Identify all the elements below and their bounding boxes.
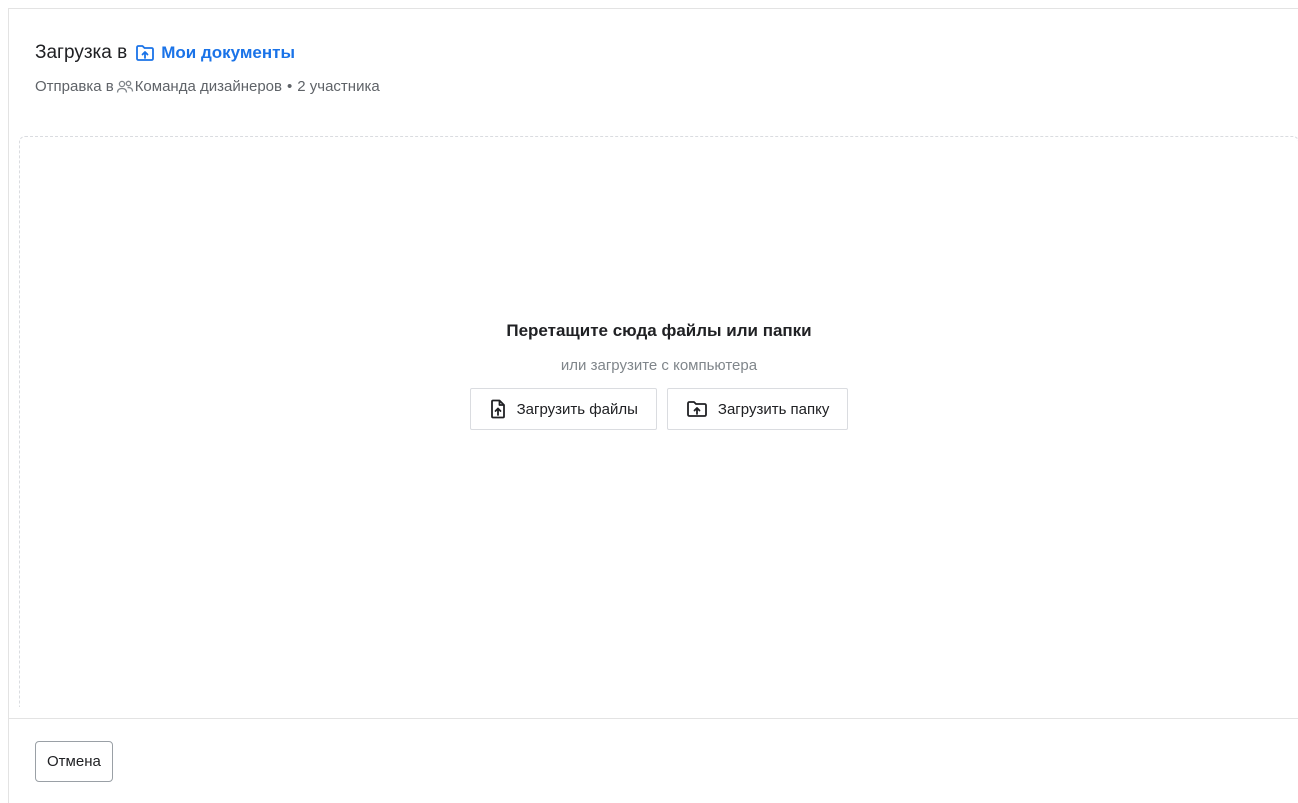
drop-zone[interactable]: Перетащите сюда файлы или папки или загр… bbox=[19, 136, 1298, 707]
dialog-footer: Отмена bbox=[9, 718, 1298, 803]
dialog-header: Загрузка в Мои документы Отправка в Кома… bbox=[35, 41, 1278, 97]
subtitle-prefix: Отправка в bbox=[35, 78, 114, 95]
upload-folder-button[interactable]: Загрузить папку bbox=[666, 388, 849, 430]
destination-folder-link[interactable]: Мои документы bbox=[135, 41, 295, 65]
dialog-title: Загрузка в Мои документы bbox=[35, 41, 1278, 65]
team-icon bbox=[116, 79, 134, 95]
upload-files-label: Загрузить файлы bbox=[516, 400, 638, 418]
dialog-subtitle: Отправка в Команда дизайнеров • 2 участн… bbox=[35, 77, 1278, 97]
members-count: 2 участника bbox=[297, 78, 380, 95]
upload-buttons: Загрузить файлы Загрузить папку bbox=[469, 388, 849, 430]
folder-upload-icon bbox=[135, 44, 155, 62]
cancel-button[interactable]: Отмена bbox=[35, 741, 113, 782]
upload-dialog: Загрузка в Мои документы Отправка в Кома… bbox=[8, 8, 1298, 803]
drop-zone-title: Перетащите сюда файлы или папки bbox=[506, 321, 812, 340]
upload-files-button[interactable]: Загрузить файлы bbox=[469, 388, 657, 430]
upload-folder-label: Загрузить папку bbox=[717, 400, 830, 418]
separator-dot: • bbox=[286, 78, 293, 95]
drop-zone-content: Перетащите сюда файлы или папки или загр… bbox=[20, 320, 1298, 430]
title-prefix: Загрузка в bbox=[35, 42, 128, 63]
drop-zone-subtitle: или загрузите с компьютера bbox=[560, 357, 758, 374]
file-upload-icon bbox=[489, 399, 507, 419]
team-name: Команда дизайнеров bbox=[134, 78, 282, 95]
folder-name: Мои документы bbox=[161, 43, 295, 62]
folder-upload-icon bbox=[686, 400, 708, 418]
